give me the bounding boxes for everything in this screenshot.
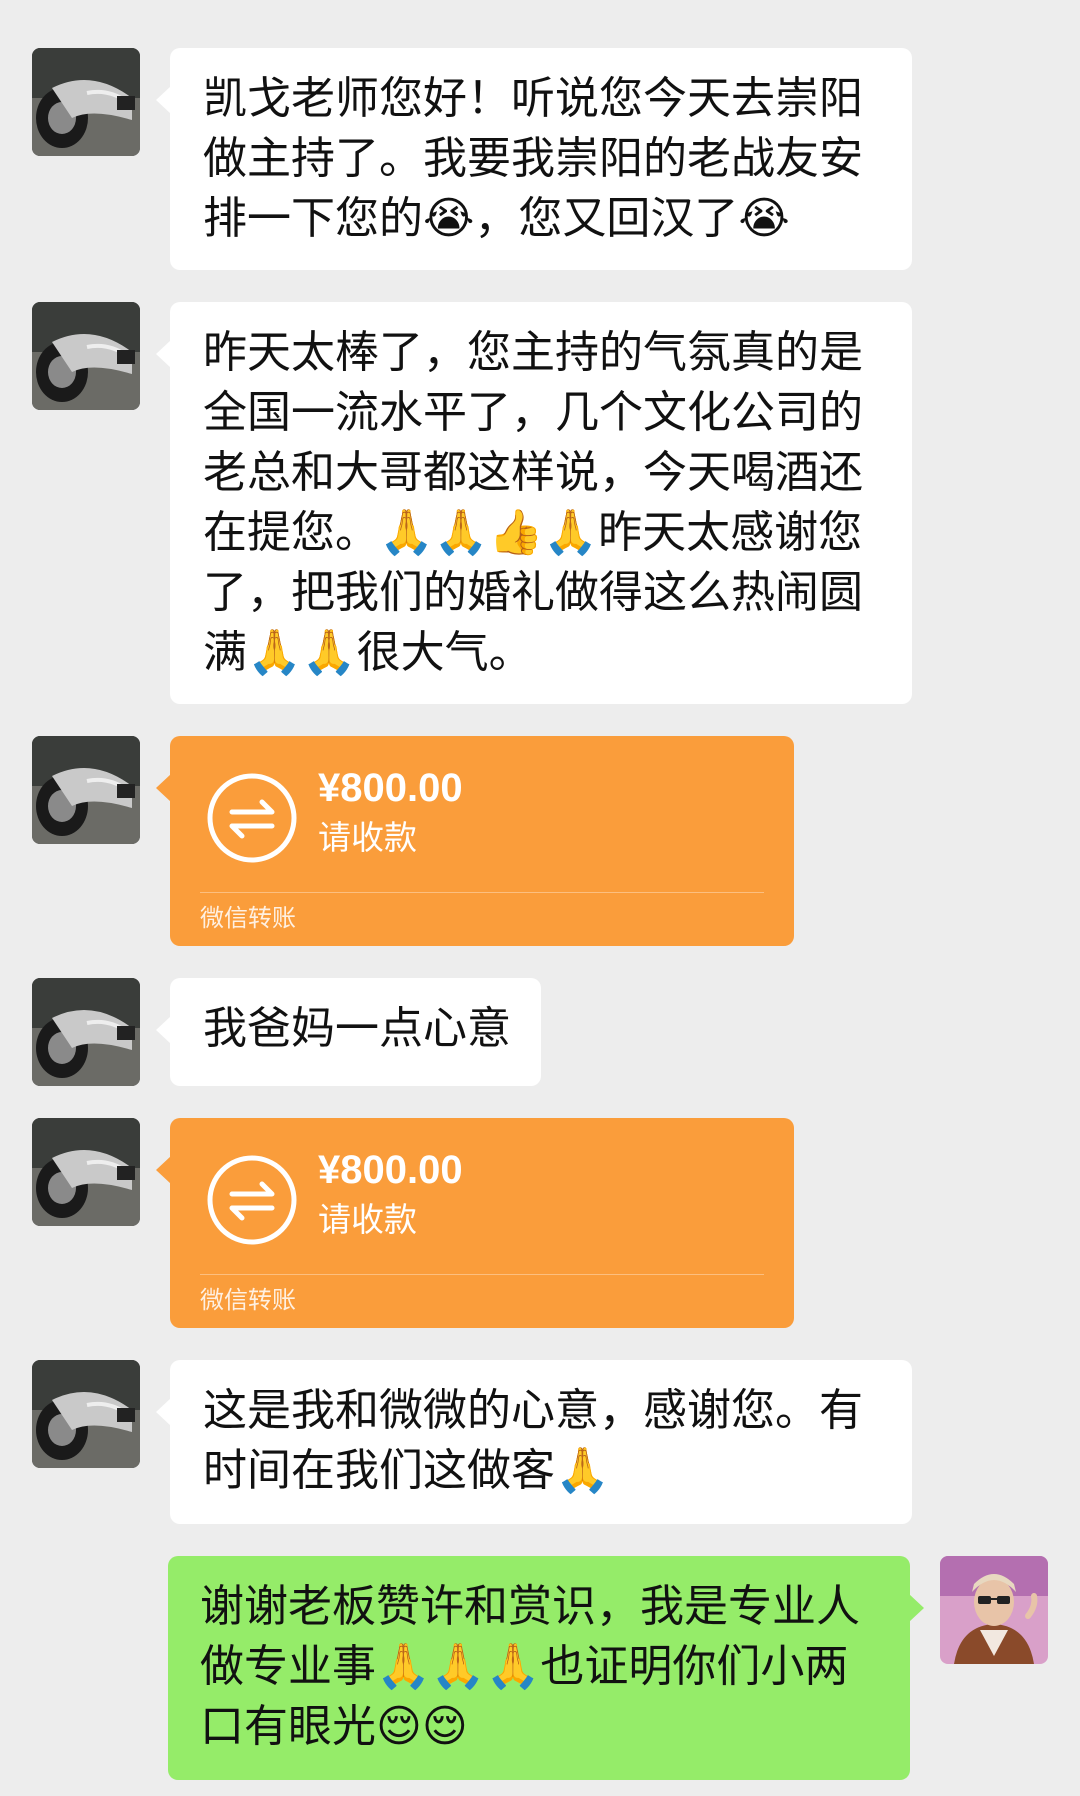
message-bubble-sent[interactable]: 谢谢老板赞许和赏识，我是专业人做专业事🙏🙏🙏也证明你们小两口有眼光😌😌 — [168, 1556, 924, 1780]
transfer-label: 微信转账 — [200, 1286, 296, 1314]
divider — [200, 892, 764, 893]
contact-avatar[interactable] — [32, 978, 140, 1086]
contact-avatar[interactable] — [32, 1360, 140, 1468]
man-portrait-photo-icon — [940, 1556, 1048, 1664]
transfer-arrows-icon — [207, 773, 297, 863]
motorcycle-photo-icon — [32, 302, 140, 410]
divider — [200, 1274, 764, 1275]
motorcycle-photo-icon — [32, 48, 140, 156]
transfer-card[interactable]: ¥800.00 请收款 微信转账 — [156, 1118, 794, 1328]
motorcycle-photo-icon — [32, 1360, 140, 1468]
transfer-amount: ¥800.00 — [318, 766, 463, 810]
transfer-status: 请收款 — [318, 818, 417, 857]
motorcycle-photo-icon — [32, 736, 140, 844]
transfer-status: 请收款 — [318, 1200, 417, 1239]
transfer-label: 微信转账 — [200, 904, 296, 932]
message-bubble[interactable]: 这是我和微微的心意，感谢您。有时间在我们这做客🙏 — [156, 1360, 912, 1524]
contact-avatar[interactable] — [32, 302, 140, 410]
message-bubble[interactable]: 凯戈老师您好！听说您今天去崇阳做主持了。我要我崇阳的老战友安排一下您的😭，您又回… — [156, 48, 912, 270]
transfer-card[interactable]: ¥800.00 请收款 微信转账 — [156, 736, 794, 946]
contact-avatar[interactable] — [32, 736, 140, 844]
self-avatar[interactable] — [940, 1556, 1048, 1664]
contact-avatar[interactable] — [32, 48, 140, 156]
contact-avatar[interactable] — [32, 1118, 140, 1226]
message-bubble[interactable]: 昨天太棒了，您主持的气氛真的是全国一流水平了，几个文化公司的老总和大哥都这样说，… — [156, 302, 912, 704]
transfer-arrows-icon — [207, 1155, 297, 1245]
motorcycle-photo-icon — [32, 978, 140, 1086]
message-bubble[interactable]: 我爸妈一点心意 — [156, 978, 541, 1086]
transfer-amount: ¥800.00 — [318, 1148, 463, 1192]
motorcycle-photo-icon — [32, 1118, 140, 1226]
